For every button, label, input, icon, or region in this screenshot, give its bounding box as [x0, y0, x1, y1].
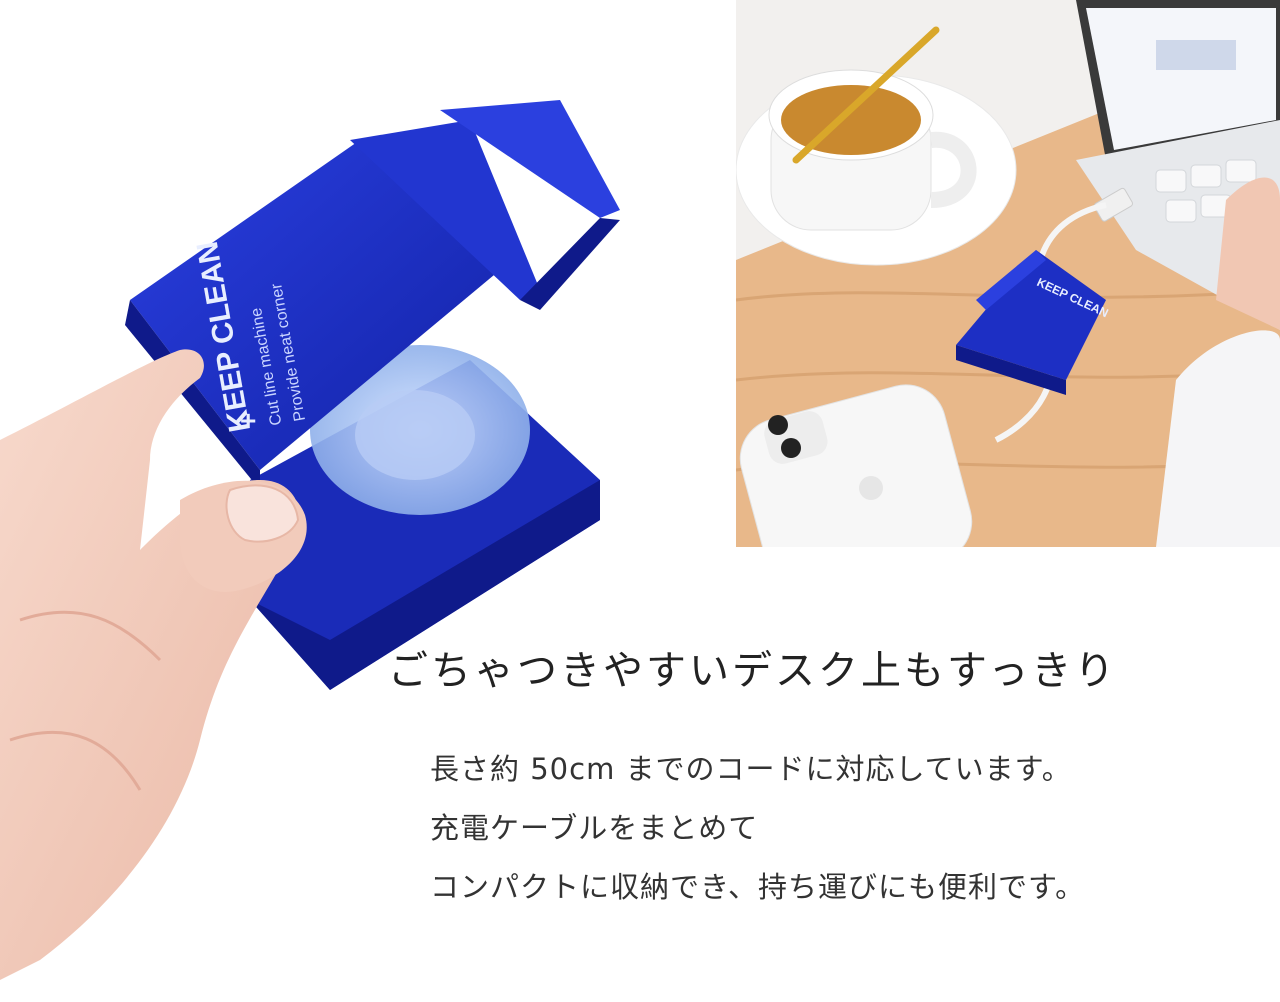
description-line-2: 充電ケーブルをまとめて — [430, 811, 759, 845]
description: 長さ約 50cm までのコードに対応しています。 充電ケーブルをまとめて コンパ… — [430, 740, 1250, 917]
plus-mark-icon: + — [240, 405, 256, 436]
lifestyle-photo: KEEP CLEAN — [736, 0, 1280, 547]
description-line-1: 長さ約 50cm までのコードに対応しています。 — [430, 752, 1072, 786]
headline: ごちゃつきやすいデスク上もすっきり — [388, 648, 1118, 694]
apple-logo-icon — [859, 476, 883, 500]
description-line-3: コンパクトに収納でき、持ち運びにも便利です。 — [430, 870, 1086, 904]
